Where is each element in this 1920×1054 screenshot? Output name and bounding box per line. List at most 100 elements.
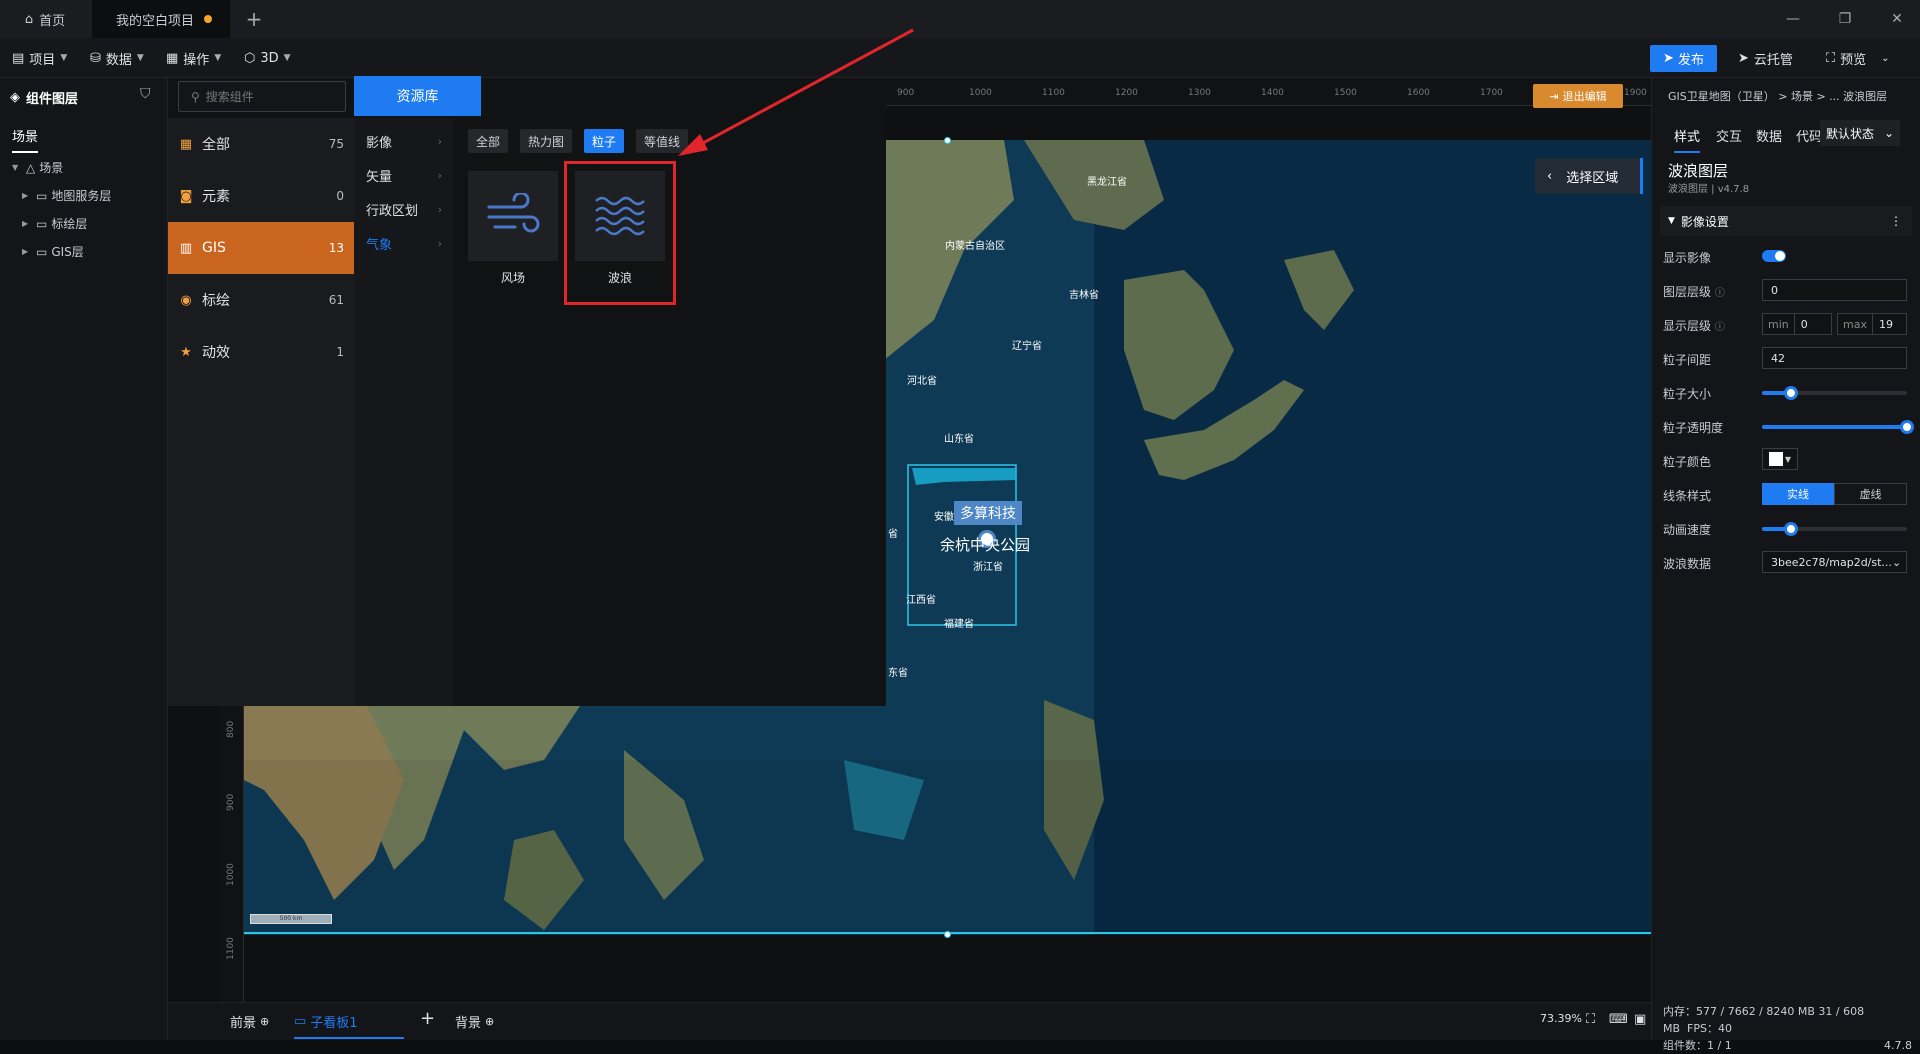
particle-color-picker[interactable]: ▼	[1762, 448, 1798, 470]
slider-knob[interactable]	[1784, 522, 1798, 536]
subcategory-label: 行政区划	[366, 203, 419, 219]
category-all[interactable]: ▦ 全部 75	[168, 118, 354, 170]
more-icon[interactable]: ⋮	[1890, 214, 1902, 228]
fit-screen-icon[interactable]: ⛶	[1586, 1012, 1595, 1027]
exit-edit-button[interactable]: ⇥ 退出编辑	[1533, 84, 1623, 108]
terminal-icon[interactable]: ▣	[1634, 1012, 1646, 1027]
layer-level-input[interactable]: 0	[1762, 279, 1907, 301]
category-element[interactable]: ◙ 元素 0	[168, 170, 354, 222]
tab-code[interactable]: 代码	[1796, 126, 1822, 145]
slider-knob[interactable]	[1900, 420, 1914, 434]
map-label: 浙江省	[973, 562, 1003, 573]
filter-heatmap[interactable]: 热力图	[520, 129, 573, 153]
line-style-dashed[interactable]: 虚线	[1834, 483, 1907, 505]
chevron-down-icon: ▼	[214, 53, 222, 63]
background-tab[interactable]: 背景 ⊕	[455, 1012, 494, 1031]
send-icon: ➤	[1738, 51, 1749, 66]
menu-data-label: 数据	[105, 52, 132, 68]
filter-all[interactable]: 全部	[468, 129, 509, 153]
filter-particle[interactable]: 粒子	[584, 129, 625, 153]
state-select[interactable]: 默认状态 ⌄	[1820, 120, 1900, 146]
anim-speed-slider[interactable]	[1762, 522, 1907, 536]
category-label: GIS	[202, 240, 226, 256]
slider-fill	[1762, 425, 1907, 429]
foreground-tab[interactable]: 前景 ⊕	[230, 1012, 269, 1031]
component-card-wind[interactable]	[468, 171, 558, 261]
particle-size-slider[interactable]	[1762, 386, 1907, 400]
resize-handle-icon[interactable]	[944, 931, 951, 938]
category-plot[interactable]: ◉ 标绘 61	[168, 274, 354, 326]
menu-operate-label: 操作	[183, 52, 210, 68]
map-label: 辽宁省	[1012, 341, 1042, 352]
prop-label: 粒子透明度	[1663, 421, 1724, 435]
exit-icon: ⇥	[1549, 89, 1559, 103]
filter-icon[interactable]: ⛉	[140, 86, 151, 102]
keyboard-icon[interactable]: ⌨	[1609, 1012, 1628, 1027]
max-level-input[interactable]: max 19	[1837, 313, 1907, 335]
particle-opacity-slider[interactable]	[1762, 420, 1914, 434]
zoom-level[interactable]: 73.39%	[1540, 1012, 1582, 1025]
subcategory-imagery[interactable]: 影像 ›	[354, 125, 454, 157]
tab-home[interactable]: ⌂ 首页	[0, 0, 90, 38]
tab-resource-library[interactable]: 资源库	[354, 76, 481, 116]
ruler-tick: 1100	[1042, 88, 1065, 98]
category-gis[interactable]: ▥ GIS 13	[168, 222, 354, 274]
wave-data-select[interactable]: 3bee2c78/map2d/st... ⌄	[1762, 551, 1907, 573]
subcategory-admin[interactable]: 行政区划 ›	[354, 193, 454, 225]
add-circle-icon: ⊕	[485, 1015, 495, 1028]
menu-3d[interactable]: ⬡ 3D ▼	[244, 38, 291, 78]
publish-button[interactable]: ➤ 发布	[1650, 45, 1717, 72]
sub-board-tab[interactable]: ▭ 子看板1	[294, 1012, 404, 1039]
resize-handle-icon[interactable]	[944, 137, 951, 144]
prop-label-text: 显示层级	[1663, 319, 1712, 333]
ruler-tick: 1400	[1261, 88, 1284, 98]
tab-project[interactable]: 我的空白项目	[92, 0, 230, 38]
min-level-input[interactable]: min 0	[1762, 313, 1832, 335]
tab-data[interactable]: 数据	[1756, 126, 1782, 145]
marker-caption: 余杭中央公园	[940, 536, 1031, 554]
home-icon: ⌂	[24, 11, 34, 27]
tree-node-gis[interactable]: ▶ ▭ GIS层	[22, 243, 84, 260]
cube-icon: ⬡	[244, 50, 256, 66]
tree-node-plot[interactable]: ▶ ▭ 标绘层	[22, 215, 87, 232]
category-label: 全部	[202, 137, 230, 153]
show-image-toggle[interactable]	[1762, 250, 1786, 262]
menu-project[interactable]: ▤ 项目 ▼	[12, 38, 67, 78]
close-icon[interactable]: ✕	[1874, 0, 1920, 38]
chevron-down-icon: ▼	[136, 53, 144, 63]
menu-operate[interactable]: ▦ 操作 ▼	[166, 38, 221, 78]
cloud-host-label: 云托管	[1753, 53, 1793, 68]
minimize-icon[interactable]: —	[1770, 0, 1816, 38]
tab-style[interactable]: 样式	[1674, 126, 1701, 153]
tab-scene[interactable]: 场景	[12, 126, 39, 153]
search-icon: ⚲	[191, 89, 200, 104]
line-style-solid[interactable]: 实线	[1762, 483, 1834, 505]
select-region-button[interactable]: ‹ 选择区域	[1535, 158, 1643, 194]
map-label: 江西省	[906, 595, 936, 606]
main-toolbar: ▤ 项目 ▼ ⛁ 数据 ▼ ▦ 操作 ▼ ⬡ 3D ▼	[0, 38, 1920, 78]
foreground-label: 前景	[230, 1016, 257, 1031]
file-icon: ▤	[12, 50, 25, 66]
add-tab-button[interactable]: +	[242, 0, 266, 38]
particle-spacing-input[interactable]: 42	[1762, 347, 1907, 369]
category-effect[interactable]: ★ 动效 1	[168, 326, 354, 378]
ruler-tick: 1000	[969, 88, 992, 98]
menu-data[interactable]: ⛁ 数据 ▼	[90, 38, 144, 78]
prop-label: 动画速度	[1663, 523, 1712, 537]
preview-button[interactable]: ⛶ 预览 ⌄	[1826, 45, 1890, 72]
tree-node-map-service[interactable]: ▶ ▭ 地图服务层	[22, 187, 111, 204]
tree-node-scene[interactable]: ▼ △ 场景	[12, 159, 63, 176]
section-header-image-settings[interactable]: ▼ 影像设置 ⋮	[1660, 206, 1912, 236]
search-input[interactable]: ⚲ 搜索组件	[178, 81, 346, 112]
subcategory-weather[interactable]: 气象 ›	[354, 227, 454, 259]
grid-icon: ▦	[179, 136, 193, 152]
slider-knob[interactable]	[1784, 386, 1798, 400]
maximize-icon[interactable]: ❐	[1822, 0, 1868, 38]
chevron-down-icon: ⌄	[1883, 126, 1894, 140]
add-board-button[interactable]: +	[420, 1008, 435, 1029]
subcategory-vector[interactable]: 矢量 ›	[354, 159, 454, 191]
category-list-filler	[168, 378, 354, 706]
cloud-host-button[interactable]: ➤ 云托管	[1738, 45, 1793, 72]
tab-interaction[interactable]: 交互	[1716, 126, 1742, 145]
layer-panel-title-text: 组件图层	[26, 92, 79, 107]
